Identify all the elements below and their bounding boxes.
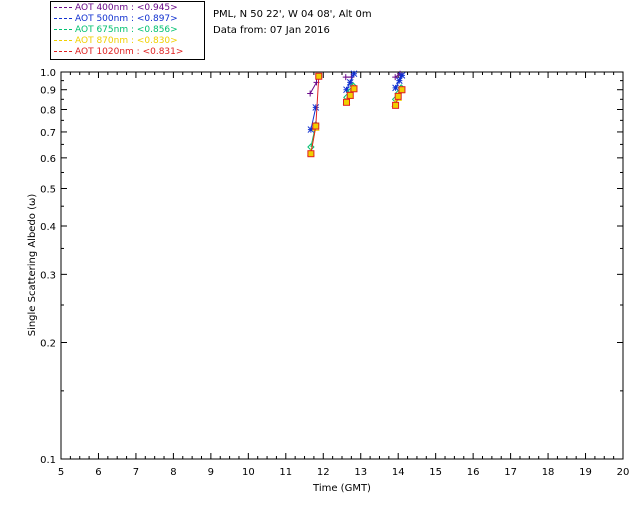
x-tick-label: 8 — [170, 467, 176, 478]
x-tick-label: 17 — [504, 467, 517, 478]
x-tick-label: 14 — [392, 467, 405, 478]
y-tick-label: 0.8 — [40, 106, 56, 117]
x-axis-label: Time (GMT) — [312, 483, 371, 494]
x-tick-label: 11 — [279, 467, 292, 478]
series-line — [309, 82, 317, 94]
x-tick-label: 15 — [429, 467, 442, 478]
axes: 5 6 7 8 9 10 11 12 13 14 15 16 17 18 19 20 1.0 0.9 0.8 0.7 0… — [40, 68, 629, 478]
data-point-square — [342, 98, 350, 106]
data-point-asterisk — [350, 70, 358, 78]
series-4 — [307, 72, 406, 158]
data-point-square — [315, 72, 323, 80]
x-tick-label: 6 — [95, 467, 101, 478]
x-tick-label: 20 — [617, 467, 630, 478]
data-marks — [307, 70, 406, 158]
x-tick-label: 13 — [354, 467, 367, 478]
data-point-square — [394, 92, 402, 100]
data-point-square — [312, 122, 320, 130]
series-2 — [307, 82, 405, 151]
plot-frame — [60, 71, 624, 460]
y-tick-label: 0.4 — [40, 222, 56, 233]
y-tick-label: 0.3 — [40, 270, 56, 281]
y-tick-label: 1.0 — [40, 68, 56, 79]
y-tick-label: 0.6 — [40, 154, 56, 165]
x-tick-label: 10 — [242, 467, 255, 478]
data-point-asterisk — [312, 104, 320, 111]
data-point-square — [398, 86, 406, 94]
y-tick-label: 0.2 — [40, 339, 56, 350]
x-tick-label: 5 — [58, 467, 64, 478]
series-1 — [307, 70, 406, 133]
data-point-square — [307, 150, 315, 158]
data-point-square — [346, 91, 354, 99]
data-point-plus — [342, 74, 349, 81]
data-point-square — [350, 85, 358, 93]
x-tick-label: 9 — [208, 467, 214, 478]
y-tick-label: 0.9 — [40, 86, 56, 97]
series-3 — [307, 83, 406, 156]
x-tick-label: 19 — [579, 467, 592, 478]
data-point-asterisk — [398, 72, 406, 79]
chart: 5 6 7 8 9 10 11 12 13 14 15 16 17 18 19 20 1.0 0.9 0.8 0.7 0… — [27, 68, 629, 494]
data-point-square — [392, 101, 400, 109]
x-tick-label: 16 — [467, 467, 480, 478]
x-tick-label: 7 — [133, 467, 139, 478]
y-tick-label: 0.5 — [40, 184, 56, 195]
x-tick-label: 18 — [542, 467, 555, 478]
y-tick-label: 0.7 — [40, 128, 56, 139]
y-tick-label: 0.1 — [40, 455, 56, 466]
data-point-plus — [307, 90, 314, 97]
y-axis-label: Single Scattering Albedo (ω) — [27, 194, 38, 337]
x-tick-label: 12 — [317, 467, 330, 478]
